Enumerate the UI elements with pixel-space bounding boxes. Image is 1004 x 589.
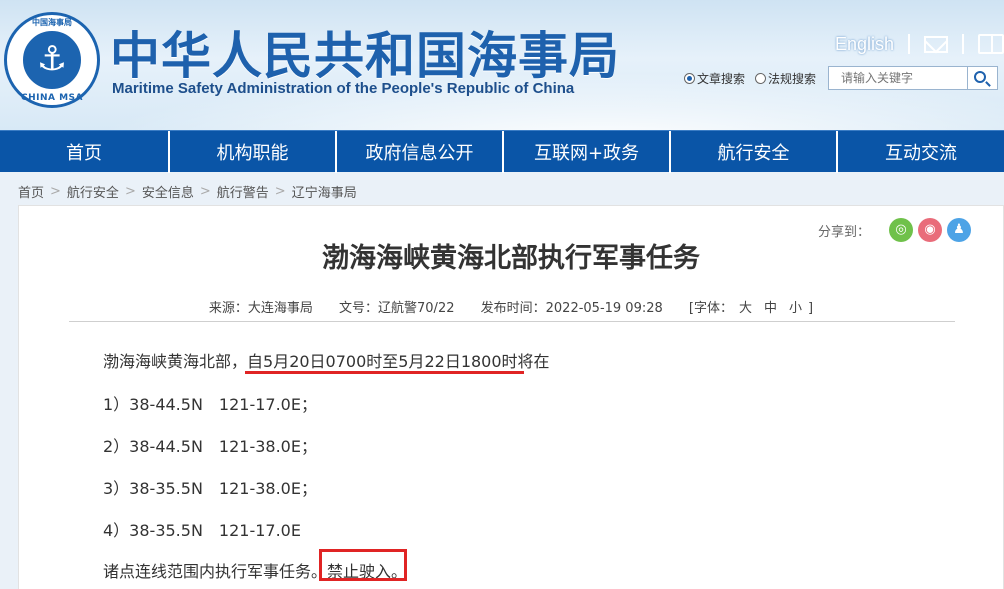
chevron-right-icon: > (199, 184, 211, 199)
search-bar: 文章搜索 法规搜索 (684, 66, 999, 90)
font-small-button[interactable]: 小 (789, 301, 802, 316)
breadcrumb-navigation-safety[interactable]: 航行安全 (67, 182, 119, 201)
anchor-icon: ⚓ (36, 39, 68, 79)
breadcrumb-safety-info[interactable]: 安全信息 (142, 182, 194, 201)
site-title-cn: 中华人民共和国海事局 (110, 27, 620, 85)
radio-article-search[interactable]: 文章搜索 (684, 70, 745, 87)
mail-icon[interactable] (924, 35, 948, 53)
logo-bottom-text: CHINA MSA (20, 93, 84, 103)
english-link[interactable]: English (835, 34, 894, 55)
font-close-label: ] (808, 301, 814, 316)
font-large-button[interactable]: 大 (739, 301, 752, 316)
lead-time-range: 自5月20日0700时至5月22日1800时将在 (247, 352, 550, 371)
radio-law-label: 法规搜索 (768, 71, 817, 86)
radio-article-label: 文章搜索 (697, 71, 746, 86)
msa-logo[interactable]: 中国海事局 ⚓ CHINA MSA (4, 12, 100, 108)
nav-item-navigation-safety[interactable]: 航行安全 (671, 131, 838, 173)
chevron-right-icon: > (274, 184, 286, 199)
nav-item-internet-gov[interactable]: 互联网+政务 (504, 131, 671, 173)
search-input[interactable] (828, 66, 969, 90)
nav-item-interaction[interactable]: 互动交流 (838, 131, 1004, 173)
divider (962, 34, 964, 54)
coordinate-point: 1）38-44.5N 121-17.0E； (103, 395, 317, 414)
coordinate-point: 4）38-35.5N 121-17.0E (103, 521, 301, 540)
article-source: 来源：大连海事局 (208, 301, 313, 316)
lead-location: 渤海海峡黄海北部， (103, 352, 248, 371)
font-open-label: [字体： (688, 301, 733, 316)
article-meta: 来源：大连海事局 文号：辽航警70/22 发布时间：2022-05-19 09:… (19, 297, 1003, 316)
breadcrumb: 首页 > 航行安全 > 安全信息 > 航行警告 > 辽宁海事局 (18, 182, 357, 201)
article-lead: 渤海海峡黄海北部，自5月20日0700时至5月22日1800时将在 (103, 348, 550, 372)
radio-unchecked-icon[interactable] (755, 72, 767, 84)
article-publish-time: 发布时间：2022-05-19 09:28 (480, 301, 663, 316)
search-button[interactable] (968, 66, 999, 90)
coordinate-point: 3）38-35.5N 121-38.0E； (103, 479, 317, 498)
radio-law-search[interactable]: 法规搜索 (755, 70, 816, 87)
breadcrumb-home[interactable]: 首页 (18, 182, 44, 201)
book-icon[interactable] (978, 34, 1004, 54)
article-title: 渤海海峡黄海北部执行军事任务 (322, 243, 700, 274)
nav-item-gov-info[interactable]: 政府信息公开 (337, 131, 504, 173)
site-header: 中国海事局 ⚓ CHINA MSA 中华人民共和国海事局 Maritime Sa… (0, 0, 1004, 130)
radio-checked-icon[interactable] (684, 72, 695, 84)
article-doc-number: 文号：辽航警70/22 (339, 301, 455, 316)
coordinate-point: 2）38-44.5N 121-38.0E； (103, 437, 317, 456)
breadcrumb-liaoning-msa[interactable]: 辽宁海事局 (292, 182, 357, 201)
font-size-switcher: [字体： 大中小] (689, 301, 813, 316)
closing-text: 诸点连线范围内执行军事任务。 (103, 562, 328, 581)
nav-item-functions[interactable]: 机构职能 (170, 131, 337, 173)
chevron-right-icon: > (50, 184, 61, 199)
site-title-en: Maritime Safety Administration of the Pe… (112, 80, 575, 97)
top-links: English (835, 32, 1004, 56)
page: 中国海事局 ⚓ CHINA MSA 中华人民共和国海事局 Maritime Sa… (0, 0, 1004, 589)
logo-top-text: 中国海事局 (32, 18, 72, 27)
highlight-underline (245, 371, 524, 374)
highlight-box (319, 549, 407, 581)
breadcrumb-nav-warnings[interactable]: 航行警告 (217, 182, 269, 201)
title-divider (69, 321, 955, 322)
font-medium-button[interactable]: 中 (764, 301, 777, 316)
chevron-right-icon: > (124, 184, 136, 199)
logo-emblem: ⚓ (21, 29, 83, 91)
article-panel: 分享到： ◎ ◉ ♟ 渤海海峡黄海北部执行军事任务 来源：大连海事局 文号：辽航… (18, 205, 1004, 589)
nav-item-home[interactable]: 首页 (0, 131, 170, 173)
main-nav: 首页 机构职能 政府信息公开 互联网+政务 航行安全 互动交流 (0, 130, 1004, 173)
search-icon (974, 71, 987, 83)
divider (908, 34, 910, 54)
